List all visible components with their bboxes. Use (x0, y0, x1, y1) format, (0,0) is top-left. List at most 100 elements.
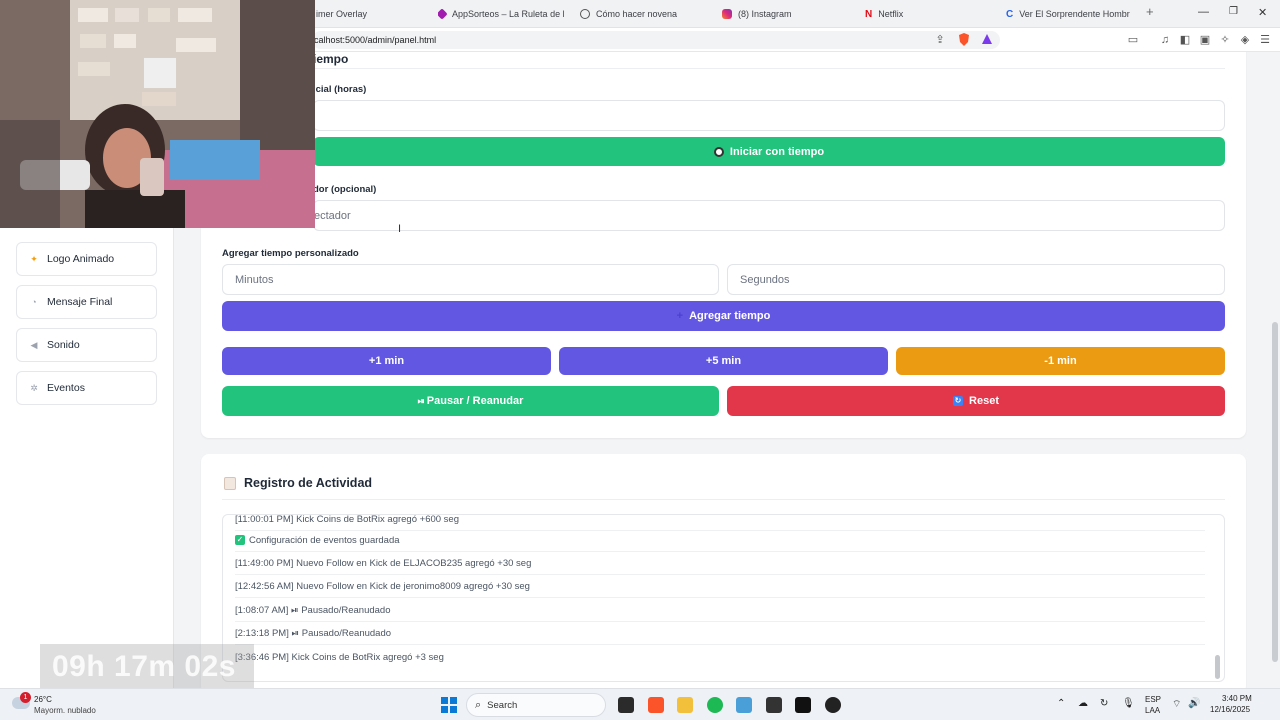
minus-one-min-button[interactable]: -1 min (896, 347, 1225, 375)
initial-hours-input[interactable] (313, 100, 1225, 131)
windows-taskbar: 1 26°C Mayorm. nublado ⌕ Search ⌃ ☁ ↻ 🎙 … (0, 688, 1280, 720)
activity-log-card: Registro de Actividad [11:00:01 PM] Kick… (201, 454, 1246, 688)
vpn-icon[interactable]: ◈ (1238, 33, 1252, 47)
site-icon: C (1006, 8, 1014, 20)
button-label: Pausar / Reanudar (426, 395, 524, 407)
tab-appsorteos[interactable]: AppSorteos – La Ruleta de la S (438, 4, 564, 24)
sidebar-item-mensaje-final[interactable]: ◔ Mensaje Final (16, 285, 157, 319)
language-indicator[interactable]: ESP (1145, 695, 1161, 704)
new-tab-button[interactable]: + (1146, 4, 1154, 19)
search-icon: ⌕ (475, 698, 482, 711)
seconds-input[interactable]: Segundos (727, 264, 1225, 295)
start-button[interactable] (441, 697, 457, 713)
plus-one-min-button[interactable]: +1 min (222, 347, 551, 375)
spotify-icon[interactable] (707, 697, 723, 713)
button-label: Reset (969, 395, 999, 407)
menu-icon[interactable]: ☰ (1258, 33, 1272, 47)
clock-time[interactable]: 3:40 PM (1222, 694, 1252, 703)
button-label: Agregar tiempo (689, 310, 771, 322)
obs-icon[interactable] (825, 697, 841, 713)
tab-timer-overlay[interactable]: imer Overlay (316, 4, 426, 24)
divider (222, 499, 1225, 500)
leo-ai-icon[interactable]: ✧ (1218, 33, 1232, 47)
url-text: calhost:5000/admin/panel.html (314, 35, 437, 45)
gear-icon: ✲ (30, 382, 38, 393)
weather-badge: 1 (20, 692, 31, 703)
viewer-label: dor (opcional) (313, 184, 377, 195)
minutes-input[interactable]: Minutos (222, 264, 719, 295)
close-icon[interactable]: ✕ (1258, 6, 1267, 19)
divider (222, 68, 1225, 69)
sidebar-item-sonido[interactable]: ◀ Sonido (16, 328, 157, 362)
minutes-placeholder: Minutos (235, 273, 274, 286)
netflix-icon: N (865, 8, 873, 20)
plus-five-min-button[interactable]: +5 min (559, 347, 888, 375)
activity-log-list[interactable]: [11:00:01 PM] Kick Coins de BotRix agreg… (222, 514, 1225, 682)
speaker-icon: ◀ (30, 339, 38, 350)
tab-novena[interactable]: Cómo hacer novena (580, 4, 710, 24)
check-icon: ✓ (235, 535, 245, 545)
brave-app-icon[interactable] (648, 697, 664, 713)
tab-label: Netflix (878, 9, 904, 19)
weather-desc: Mayorm. nublado (34, 706, 96, 715)
cloud-icon[interactable]: ☁ (1078, 698, 1088, 709)
viewer-placeholder: ectador (314, 209, 351, 222)
page-scrollbar[interactable] (1272, 322, 1278, 662)
brave-rewards-icon[interactable] (980, 33, 994, 47)
volume-icon[interactable]: 🔊 (1188, 698, 1200, 709)
music-icon[interactable]: ♫ (1158, 33, 1172, 47)
button-label: Iniciar con tiempo (729, 145, 825, 158)
tab-label: Cómo hacer novena (596, 9, 678, 19)
plus-icon: + (676, 310, 684, 322)
search-label: Search (487, 699, 518, 711)
tab-instagram[interactable]: (8) Instagram (722, 4, 852, 24)
terminal-icon[interactable] (766, 697, 782, 713)
language-sub: LAA (1145, 706, 1161, 715)
stream-timer-text: 09h 17m 02s (52, 650, 236, 683)
tab-netflix[interactable]: N Netflix (865, 4, 995, 24)
wallet-icon[interactable]: ▣ (1198, 33, 1212, 47)
sidebar-item-label: Logo Animado (47, 253, 115, 265)
sidebar-item-label: Sonido (47, 339, 80, 351)
activity-title: Registro de Actividad (244, 476, 373, 490)
log-entry: [11:49:00 PM] Nuevo Follow en Kick de EL… (235, 552, 1205, 575)
cursor-app-icon[interactable] (795, 697, 811, 713)
start-with-time-button[interactable]: Iniciar con tiempo (313, 137, 1225, 166)
instagram-icon (722, 9, 732, 19)
button-label: +1 min (368, 355, 405, 367)
button-label: -1 min (1044, 355, 1077, 367)
brave-shield-icon[interactable] (957, 33, 971, 47)
alarm-clock-icon (713, 146, 724, 157)
sync-icon[interactable]: ↻ (1100, 698, 1108, 709)
microphone-icon[interactable]: 🎙 (1122, 698, 1135, 709)
sidebar-panel-icon[interactable]: ▭ (1126, 33, 1140, 47)
log-entry: [12:42:56 AM] Nuevo Follow en Kick de je… (235, 575, 1205, 598)
log-text: [3:36:46 PM] Kick Coins de BotRix agregó… (235, 652, 444, 663)
reset-button[interactable]: ↻ Reset (727, 386, 1225, 416)
pause-resume-button[interactable]: ⏯ Pausar / Reanudar (222, 386, 719, 416)
log-scrollbar[interactable] (1215, 655, 1220, 679)
sidebar-item-logo-animado[interactable]: ✦ Logo Animado (16, 242, 157, 276)
share-icon[interactable]: ⇪ (933, 33, 947, 47)
add-time-button[interactable]: + Agregar tiempo (222, 301, 1225, 331)
terminal-app-icon[interactable] (618, 697, 634, 713)
message-icon: ◔ (31, 297, 37, 307)
sidebar-item-label: Eventos (47, 382, 85, 394)
notepad-icon[interactable] (736, 697, 752, 713)
minimize-icon[interactable]: — (1198, 6, 1209, 18)
file-explorer-icon[interactable] (677, 697, 693, 713)
section-heading: iempo (313, 52, 349, 66)
chevron-up-icon[interactable]: ⌃ (1057, 698, 1065, 709)
tab-video[interactable]: C Ver El Sorprendente Hombre-A (1006, 4, 1130, 24)
log-text: [11:49:00 PM] Nuevo Follow en Kick de EL… (235, 557, 532, 569)
sidebar-item-eventos[interactable]: ✲ Eventos (16, 371, 157, 405)
maximize-icon[interactable]: ❐ (1229, 6, 1238, 17)
memo-icon (224, 477, 236, 490)
log-entry: ✓ Configuración de eventos guardada (235, 529, 1205, 552)
split-view-icon[interactable]: ◧ (1178, 33, 1192, 47)
wifi-icon[interactable]: ⌔ (1172, 698, 1181, 711)
custom-time-label: Agregar tiempo personalizado (222, 248, 359, 259)
viewer-input[interactable]: ectador (313, 200, 1225, 231)
taskbar-search[interactable]: ⌕ Search (466, 693, 606, 717)
address-input[interactable]: calhost:5000/admin/panel.html (312, 31, 1000, 49)
